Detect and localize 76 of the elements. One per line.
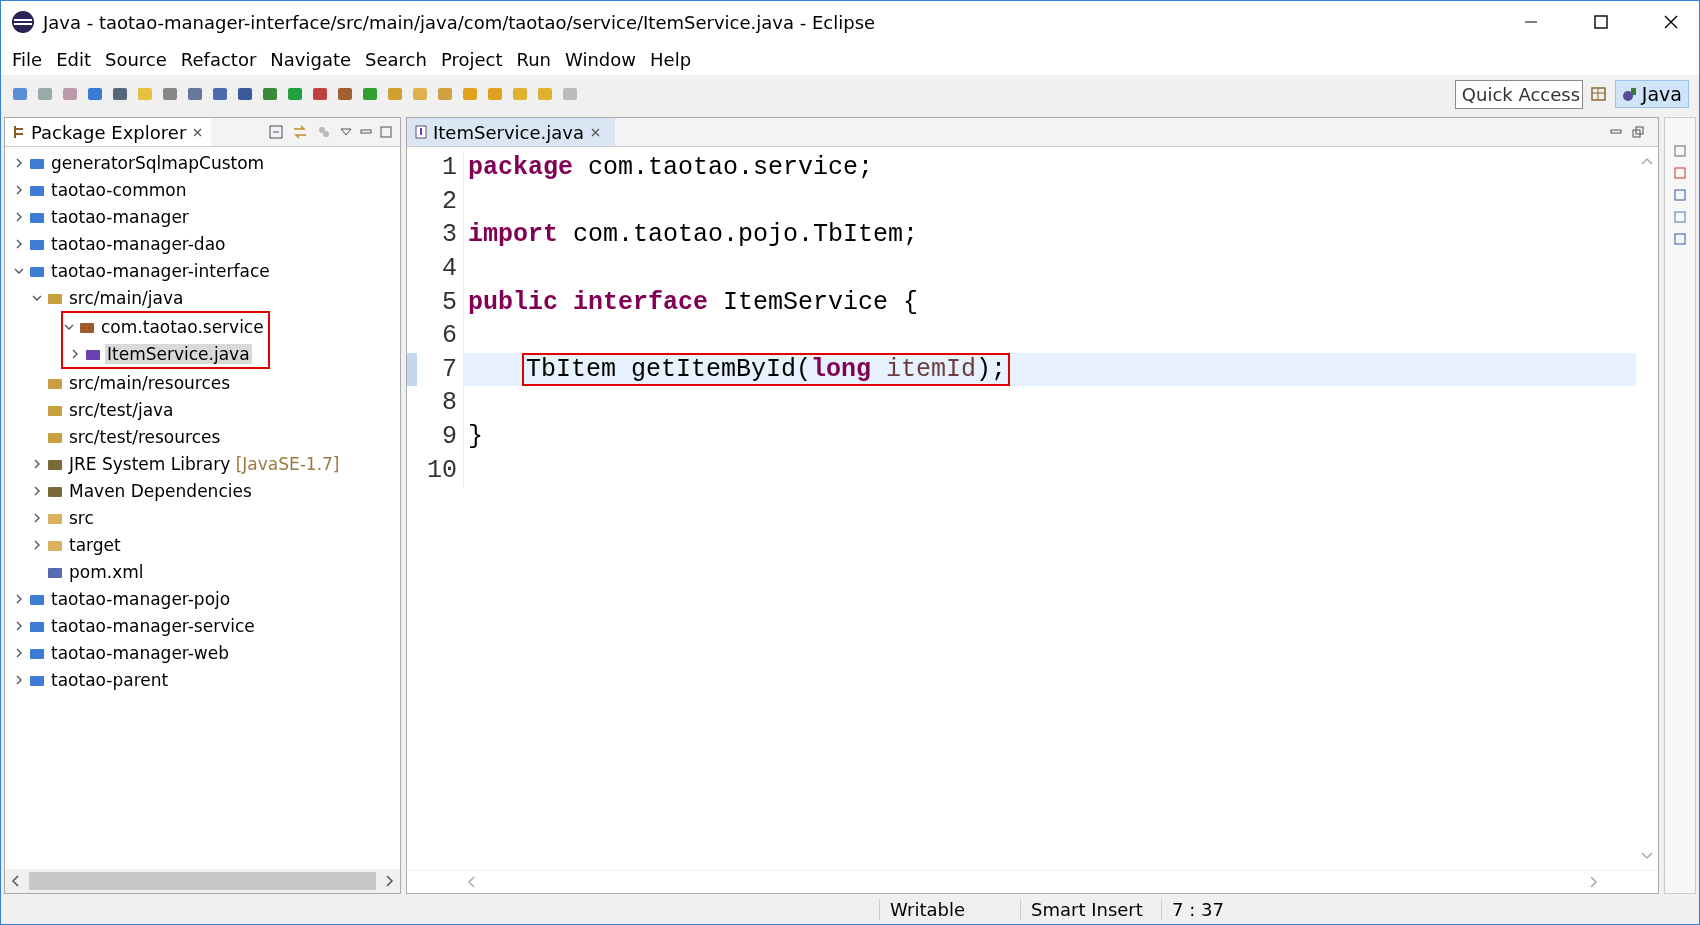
- line-number: 9: [417, 419, 464, 454]
- editor-tab[interactable]: ItemService.java: [407, 118, 615, 146]
- java-perspective-button[interactable]: Java: [1614, 80, 1689, 108]
- tree-item[interactable]: com.taotao.service: [99, 316, 266, 337]
- line-number: 5: [417, 285, 464, 319]
- menu-item[interactable]: Edit: [49, 48, 98, 70]
- status-text: Writable: [879, 898, 1020, 920]
- code-line: public interface ItemService {: [467, 287, 920, 317]
- view-menu-icon[interactable]: [340, 127, 352, 137]
- menu-item[interactable]: Search: [358, 48, 434, 70]
- java-perspective-icon: [1621, 86, 1638, 102]
- tree-item[interactable]: src: [67, 507, 96, 528]
- eclipse-logo-icon: [11, 10, 35, 34]
- view-icon[interactable]: [1673, 232, 1687, 246]
- view-icon[interactable]: [1673, 144, 1687, 158]
- tree-item[interactable]: Maven Dependencies: [67, 480, 254, 501]
- open-perspective-icon[interactable]: [1589, 85, 1608, 103]
- close-icon[interactable]: [192, 126, 204, 138]
- view-icon[interactable]: [1673, 188, 1687, 202]
- close-icon[interactable]: [589, 126, 601, 138]
- maximize-icon[interactable]: [1593, 14, 1609, 30]
- tree-item[interactable]: src/test/resources: [67, 426, 223, 447]
- tree-item[interactable]: taotao-common: [49, 179, 189, 200]
- line-number: 2: [417, 184, 464, 219]
- code-line: }: [467, 422, 484, 452]
- scroll-up-icon[interactable]: [1641, 157, 1653, 167]
- scrollbar-thumb[interactable]: [29, 872, 376, 890]
- menu-item[interactable]: Run: [509, 48, 559, 70]
- menu-item[interactable]: Help: [643, 48, 699, 70]
- tree-item[interactable]: target: [67, 534, 123, 555]
- minimize-icon[interactable]: [360, 127, 372, 137]
- restore-icon[interactable]: [1632, 126, 1644, 138]
- tree-item[interactable]: taotao-manager-interface: [49, 260, 272, 281]
- line-number: 10: [417, 453, 464, 487]
- close-icon[interactable]: [1663, 14, 1679, 30]
- menu-item[interactable]: Window: [558, 48, 643, 70]
- tree-item[interactable]: taotao-manager-service: [49, 615, 257, 636]
- menu-item[interactable]: Navigate: [263, 48, 359, 70]
- minimize-icon[interactable]: [1610, 127, 1622, 137]
- line-number: 6: [417, 318, 464, 353]
- tree-view-icon: [13, 125, 25, 139]
- code-line: import com.taotao.pojo.TbItem;: [467, 220, 920, 250]
- view-icon[interactable]: [1673, 166, 1687, 180]
- menu-item[interactable]: Project: [433, 48, 510, 70]
- tree-item[interactable]: src/main/java: [67, 287, 186, 308]
- quick-access-field[interactable]: Quick Access: [1454, 79, 1583, 109]
- menu-item[interactable]: Source: [98, 48, 174, 70]
- scroll-right-icon[interactable]: [384, 875, 394, 887]
- line-number: 4: [417, 251, 464, 286]
- line-number: 8: [417, 386, 464, 420]
- maximize-icon[interactable]: [380, 126, 392, 138]
- menu-item[interactable]: Refactor: [173, 48, 264, 70]
- tree-item[interactable]: ItemService.java: [105, 343, 252, 364]
- tree-item[interactable]: src/test/java: [67, 399, 176, 420]
- tree-item[interactable]: JRE System Library [JavaSE-1.7]: [67, 453, 342, 474]
- tree-item[interactable]: taotao-manager-pojo: [49, 588, 233, 609]
- collapse-all-icon[interactable]: [268, 124, 284, 140]
- scroll-down-icon[interactable]: [1641, 850, 1653, 860]
- window-title: Java - taotao-manager-interface/src/main/java/com/taotao/service/ItemService.java - Eclipse: [43, 11, 876, 33]
- tree-item[interactable]: taotao-manager-web: [49, 642, 232, 663]
- tree-item[interactable]: pom.xml: [67, 561, 146, 582]
- code-line: package com.taotao.service;: [467, 153, 875, 183]
- tree-item[interactable]: taotao-manager-dao: [49, 233, 228, 254]
- menu-item[interactable]: File: [5, 48, 50, 70]
- status-text: Smart Insert: [1020, 898, 1161, 920]
- link-editor-icon[interactable]: [292, 124, 308, 140]
- view-icon[interactable]: [1673, 210, 1687, 224]
- tree-item[interactable]: src/main/resources: [67, 372, 233, 393]
- tree-item[interactable]: taotao-manager: [49, 206, 191, 227]
- tree-item[interactable]: generatorSqlmapCustom: [49, 152, 267, 173]
- line-number: 1: [417, 151, 464, 185]
- package-explorer-tab[interactable]: Package Explorer: [5, 118, 212, 146]
- scroll-left-icon[interactable]: [11, 875, 21, 887]
- line-number: 3: [417, 218, 464, 252]
- cursor-position: 7 : 37: [1161, 898, 1302, 920]
- tree-item[interactable]: taotao-parent: [49, 669, 171, 690]
